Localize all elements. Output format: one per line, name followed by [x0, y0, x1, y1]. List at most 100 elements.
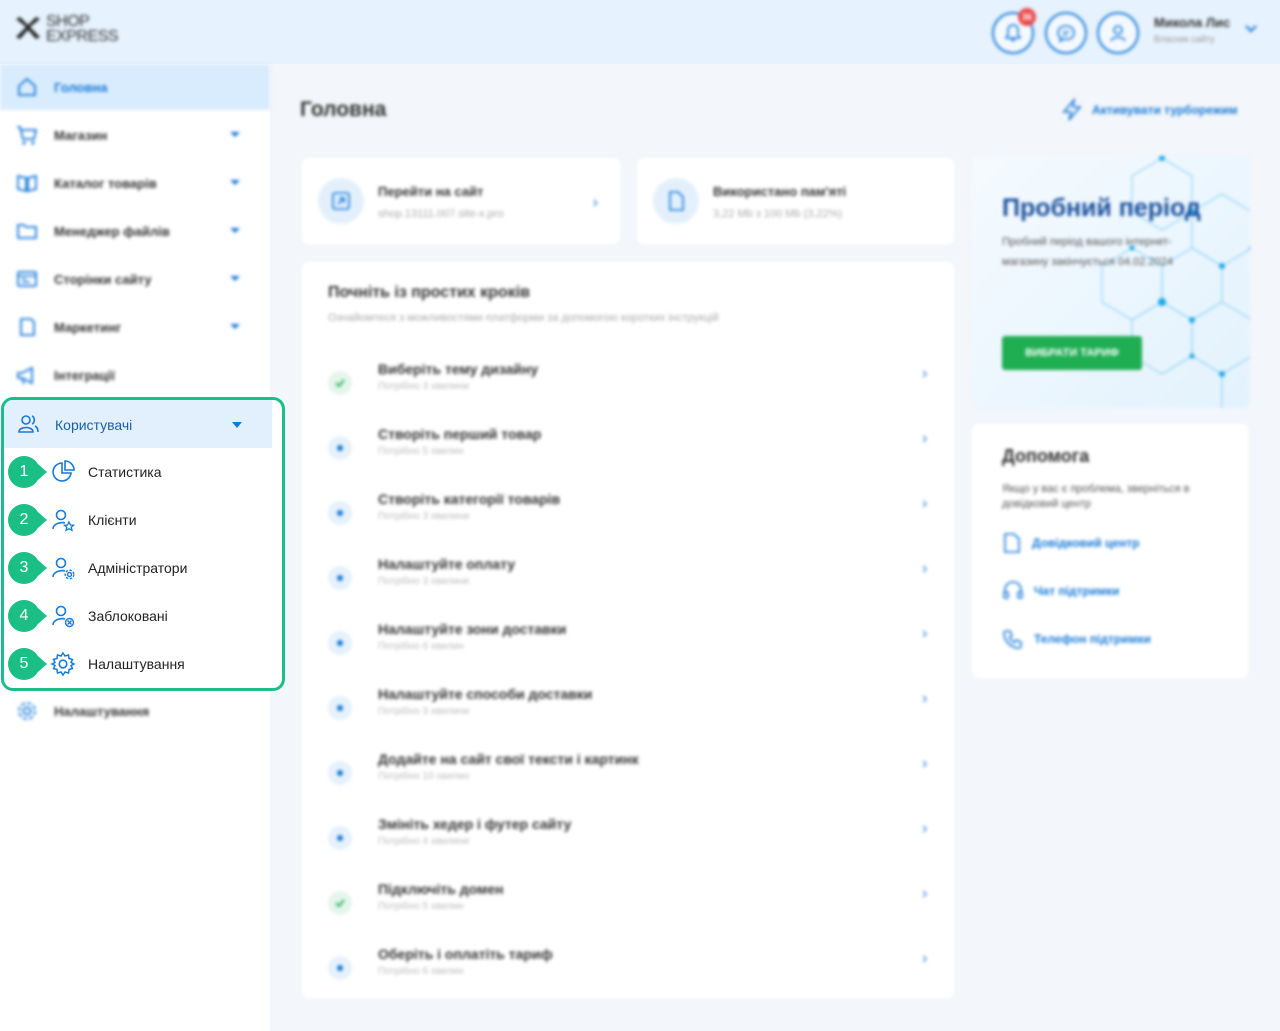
sidebar-item-marketing[interactable]: Маркетинг	[0, 304, 270, 350]
chevron-right-icon: ›	[922, 885, 928, 902]
sidebar-item-shop[interactable]: Магазин	[0, 112, 270, 158]
submenu-item-blocked[interactable]: 4 Заблоковані	[4, 592, 272, 640]
step-title: Оберіть і оплатіть тариф	[378, 946, 553, 962]
go-to-site-card[interactable]: Перейти на сайт shop.13111.007.site-x.pr…	[302, 158, 620, 244]
steps-subtitle: Ознайомтеся з можливостями платформи за …	[328, 312, 719, 324]
step-row[interactable]: Змініть хедер і футер сайту Потрібно 4 хв…	[302, 812, 954, 877]
caret-down-icon	[230, 132, 240, 137]
notifications-badge: 36	[1018, 8, 1036, 26]
profile-button[interactable]	[1097, 12, 1139, 54]
submenu-item-clients[interactable]: 2 Клієнти	[4, 496, 272, 544]
step-row[interactable]: Створіть категорії товарів Потрібно 3 хви…	[302, 487, 954, 552]
step-title: Додайте на сайт свої тексти і картинк	[378, 751, 639, 767]
card-subtitle: 3,22 Mb з 100 Mb (3,22%)	[713, 208, 843, 220]
submenu-item-label: Налаштування	[88, 656, 185, 672]
step-number-badge: 1	[8, 456, 47, 488]
card-title: Використано пам'яті	[713, 184, 847, 199]
chevron-right-icon: ›	[922, 755, 928, 772]
chevron-right-icon: ›	[592, 194, 598, 211]
caret-down-icon	[230, 324, 240, 329]
pending-dot-icon	[328, 436, 352, 460]
step-row[interactable]: Оберіть і оплатіть тариф Потрібно 6 хвили…	[302, 942, 954, 1007]
user-star-icon	[52, 509, 76, 532]
help-link-label: Телефон підтримки	[1034, 632, 1151, 646]
sidebar-item-users[interactable]: Користувачі	[4, 400, 272, 448]
sidebar-item-label: Менеджер файлів	[54, 223, 170, 239]
step-row[interactable]: Додайте на сайт свої тексти і картинк Пот…	[302, 747, 954, 812]
gear-icon	[50, 651, 76, 677]
step-duration: Потрібно 3 хвилини	[378, 706, 470, 717]
messages-button[interactable]	[1045, 12, 1087, 54]
home-icon	[18, 77, 36, 96]
step-duration: Потрібно 4 хвилини	[378, 836, 470, 847]
step-row[interactable]: Виберіть тему дизайну Потрібно 3 хвилини ›	[302, 357, 954, 422]
submenu-item-settings[interactable]: 5 Налаштування	[4, 640, 272, 688]
trial-banner: Пробний період Пробний період вашого інт…	[972, 156, 1250, 408]
caret-down-icon	[230, 180, 240, 185]
phone-icon	[1003, 630, 1022, 649]
megaphone-icon	[17, 366, 33, 385]
step-duration: Потрібно 5 хвилин	[378, 901, 464, 912]
chevron-right-icon: ›	[922, 495, 928, 512]
cart-icon	[17, 126, 38, 145]
turbo-mode-link[interactable]: Активувати турборежим	[1060, 98, 1238, 122]
document-icon	[669, 191, 684, 211]
submenu-item-admins[interactable]: 3 Адміністратори	[4, 544, 272, 592]
users-icon	[18, 415, 39, 433]
step-title: Створіть категорії товарів	[378, 491, 561, 507]
step-title: Підключіть домен	[378, 881, 504, 897]
sidebar-item-label: Сторінки сайту	[54, 271, 152, 287]
external-link-icon	[332, 192, 350, 210]
chevron-right-icon: ›	[922, 820, 928, 837]
sidebar-item-label: Маркетинг	[54, 319, 122, 335]
top-header: SHOP EXPRESS 36 Микола Лис Власник сайту	[0, 0, 1280, 64]
sidebar-item-home[interactable]: Головна	[0, 64, 270, 110]
help-center-link[interactable]: Довідковий центр	[1002, 532, 1140, 554]
page-title: Головна	[300, 98, 387, 121]
support-chat-link[interactable]: Чат підтримки	[1002, 580, 1119, 602]
lightning-icon	[1062, 98, 1082, 121]
logo-mark-icon	[16, 17, 40, 39]
sidebar-item-integrations[interactable]: Інтеграції	[0, 352, 270, 398]
bell-icon	[1004, 24, 1022, 42]
document-icon	[1004, 533, 1020, 553]
sidebar-item-files[interactable]: Менеджер файлів	[0, 208, 270, 254]
submenu-item-statistics[interactable]: 1 Статистика	[4, 448, 272, 496]
notifications-button[interactable]: 36	[992, 8, 1036, 54]
chevron-right-icon: ›	[922, 625, 928, 642]
users-menu-highlight: Користувачі 1 Статистика 2 Клієнти 3 Адм…	[1, 397, 285, 691]
step-row[interactable]: Підключіть домен Потрібно 5 хвилин ›	[302, 877, 954, 942]
sidebar-item-pages[interactable]: Сторінки сайту	[0, 256, 270, 302]
pending-dot-icon	[328, 696, 352, 720]
pending-dot-icon	[328, 631, 352, 655]
step-duration: Потрібно 6 хвилин	[378, 966, 464, 977]
trial-text: Пробний період вашого інтернет-магазину …	[1002, 236, 1173, 268]
step-row[interactable]: Створіть перший товар Потрібно 5 хвилин ›	[302, 422, 954, 487]
card-subtitle: shop.13111.007.site-x.pro	[378, 208, 504, 220]
pending-dot-icon	[328, 566, 352, 590]
step-row[interactable]: Налаштуйте зони доставки Потрібно 6 хвили…	[302, 617, 954, 682]
card-title: Перейти на сайт	[378, 184, 484, 199]
gear-icon	[18, 702, 36, 720]
sidebar-item-catalog[interactable]: Каталог товарів	[0, 160, 270, 206]
user-icon	[1110, 25, 1126, 42]
help-link-label: Чат підтримки	[1034, 584, 1120, 598]
chevron-right-icon: ›	[922, 560, 928, 577]
support-phone-link[interactable]: Телефон підтримки	[1002, 628, 1151, 650]
step-row[interactable]: Налаштуйте способи доставки Потрібно 3 хв…	[302, 682, 954, 747]
step-title: Налаштуйте способи доставки	[378, 686, 593, 702]
sidebar-item-label: Налаштування	[54, 703, 150, 719]
chevron-right-icon: ›	[922, 365, 928, 382]
sidebar-item-settings[interactable]: Налаштування	[0, 688, 270, 734]
sidebar-item-label: Користувачі	[55, 417, 133, 433]
step-title: Створіть перший товар	[378, 426, 542, 442]
logo-line-1: SHOP	[46, 13, 90, 30]
caret-down-icon	[232, 422, 242, 428]
user-name[interactable]: Микола Лис	[1154, 15, 1230, 30]
check-circle-icon	[328, 371, 352, 395]
chevron-right-icon: ›	[922, 950, 928, 967]
chevron-down-icon[interactable]	[1244, 24, 1258, 34]
step-row[interactable]: Налаштуйте оплату Потрібно 3 хвилини ›	[302, 552, 954, 617]
choose-plan-button[interactable]: ВИБРАТИ ТАРИФ	[1002, 336, 1142, 370]
logo[interactable]: SHOP EXPRESS	[14, 13, 119, 45]
